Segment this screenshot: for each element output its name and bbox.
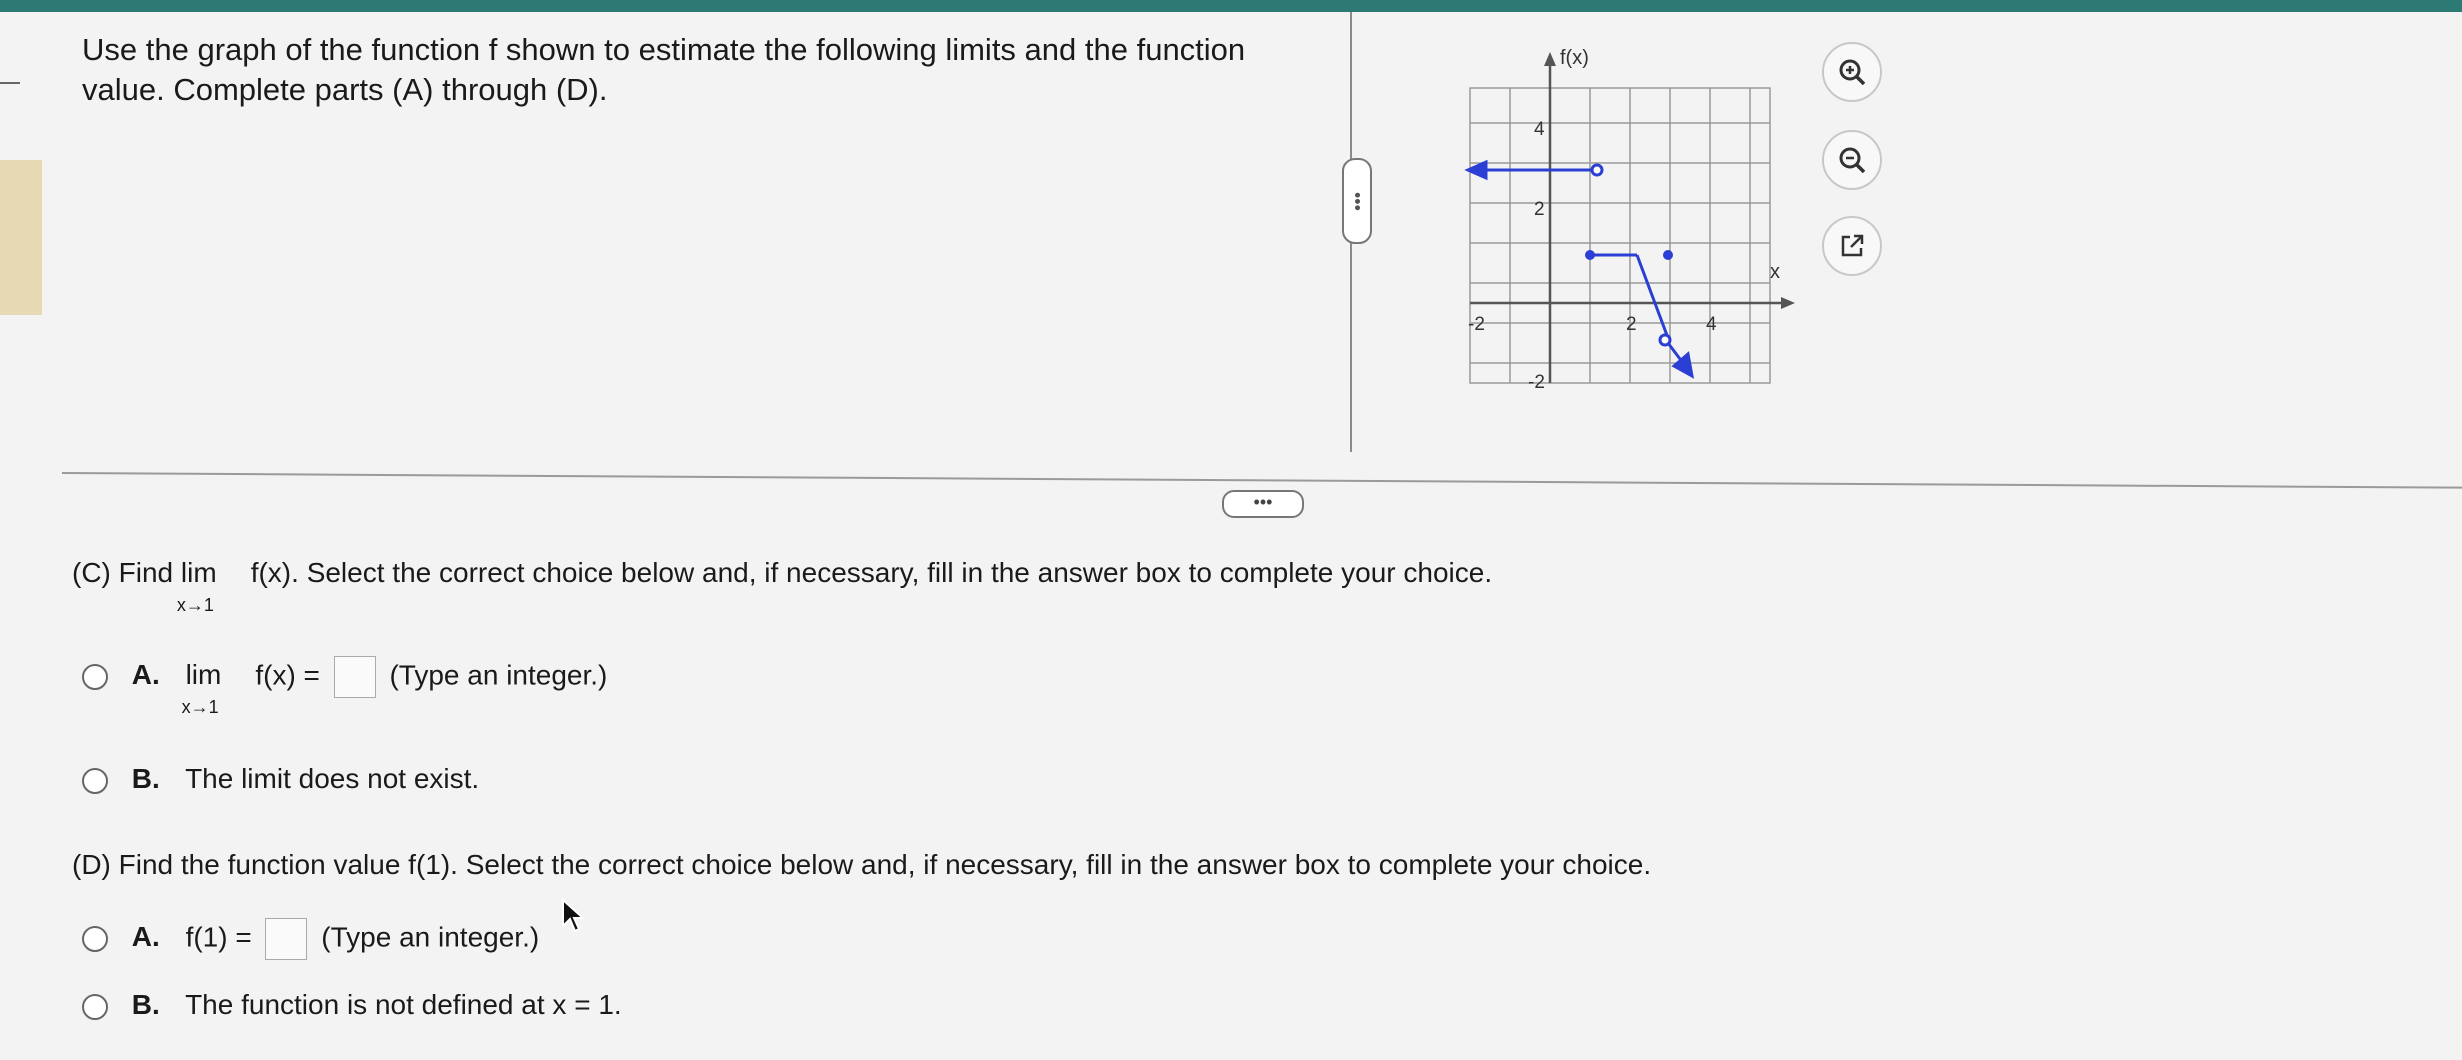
part-c-option-b-radio[interactable] [82, 767, 108, 794]
left-side-tab[interactable] [0, 160, 42, 315]
part-d-option-a-hint: (Type an integer.) [321, 921, 540, 953]
part-d-option-b-radio[interactable] [82, 993, 108, 1020]
zoom-in-button[interactable] [1822, 42, 1882, 102]
part-c-option-b[interactable]: B. The limit does not exist. [82, 762, 479, 796]
closed-point-3-2 [1663, 250, 1673, 260]
part-d-option-b[interactable]: B. The function is not defined at x = 1. [82, 988, 622, 1022]
part-c-option-a-limit: lim x→1 [182, 658, 248, 717]
problem-instruction: Use the graph of the function f shown to… [82, 32, 1246, 107]
top-accent-bar [0, 0, 2462, 12]
part-c-prompt: (C) Find lim x→1 f(x). Select the correc… [72, 556, 1772, 615]
part-d-option-b-letter: B. [131, 989, 160, 1020]
part-c-lim-sub: x→1 [176, 595, 214, 615]
part-c-option-a-lim-word: lim [185, 659, 222, 691]
external-link-icon [1841, 234, 1864, 257]
part-c-option-b-letter: B. [131, 763, 160, 794]
y-tick-neg2: -2 [1528, 372, 1545, 393]
part-c-option-a[interactable]: A. lim x→1 f(x) = (Type an integer.) [82, 656, 608, 717]
y-tick-4: 4 [1534, 119, 1545, 140]
y-tick-2: 2 [1534, 199, 1545, 220]
mouse-cursor-icon [562, 898, 586, 933]
part-d-option-b-text: The function is not defined at x = 1. [185, 989, 622, 1020]
y-axis-label: f(x) [1560, 47, 1589, 69]
x-tick-2: 2 [1626, 314, 1637, 335]
x-axis-label: x [1770, 261, 1780, 283]
x-axis-arrow [1781, 297, 1795, 309]
part-c-prefix: (C) Find [72, 557, 174, 588]
part-c-instruction: Select the correct choice below and, if … [306, 557, 1493, 588]
right-ray-arrow [1671, 351, 1695, 379]
part-c-option-a-hint: (Type an integer.) [389, 659, 608, 691]
vertical-splitter-handle[interactable]: ••• [1342, 158, 1372, 244]
popout-button[interactable] [1822, 216, 1882, 276]
part-d-answer-box[interactable] [265, 918, 308, 960]
function-graph: f(x) x 4 2 -2 -2 2 4 [1464, 47, 1795, 393]
function-curve [1464, 159, 1695, 379]
part-c-limit: lim x→1 [177, 556, 243, 615]
part-c-lim-word: lim [180, 557, 217, 588]
zoom-out-button[interactable] [1822, 130, 1882, 190]
graph-grid [1469, 87, 1771, 384]
zoom-in-icon [1839, 59, 1866, 86]
falling-segment [1635, 254, 1670, 339]
part-c-option-a-lim-sub: x→1 [181, 697, 219, 718]
horizontal-splitter-handle[interactable]: ••• [1222, 490, 1304, 518]
part-d-option-a-radio[interactable] [82, 926, 108, 952]
open-point-1-4 [1590, 163, 1604, 177]
part-c-option-b-text: The limit does not exist. [185, 763, 480, 794]
part-d-prompt: (D) Find the function value f(1). Select… [72, 849, 1652, 880]
horizontal-splitter[interactable] [61, 472, 2462, 489]
zoom-out-icon [1839, 147, 1866, 174]
x-tick-neg2: -2 [1468, 314, 1485, 335]
part-c-option-a-expr: f(x) = [255, 659, 320, 691]
part-d-option-a[interactable]: A. f(1) = (Type an integer.) [82, 918, 539, 960]
part-d-option-a-letter: A. [131, 921, 160, 953]
part-c-option-a-letter: A. [131, 659, 160, 691]
part-c-option-a-radio[interactable] [82, 664, 108, 690]
part-c-answer-box[interactable] [333, 656, 376, 698]
left-collapse-marker[interactable] [0, 82, 20, 84]
part-d-option-a-expr: f(1) = [185, 921, 252, 953]
y-axis-arrow [1544, 52, 1556, 66]
part-c-func: f(x). [250, 557, 299, 588]
x-tick-4: 4 [1706, 314, 1717, 335]
